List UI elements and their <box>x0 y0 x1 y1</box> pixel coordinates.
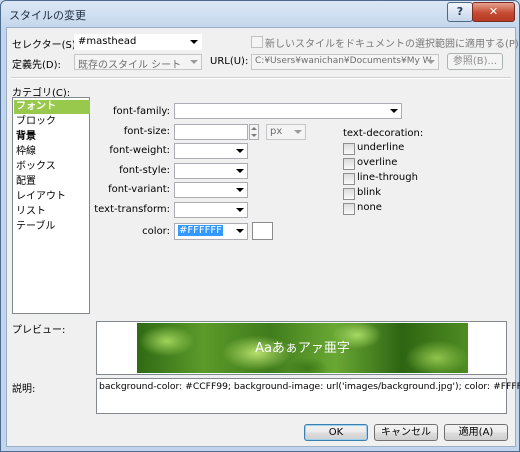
help-icon: ? <box>456 5 464 18</box>
chevron-down-icon <box>236 208 244 212</box>
apply-to-selection-label: 新しいスタイルをドキュメントの選択範囲に適用する(P) <box>265 39 519 50</box>
define-in-combobox[interactable]: 既存のスタイル シート <box>74 54 202 71</box>
separator <box>11 77 511 79</box>
url-label: URL(U): <box>210 56 249 67</box>
chevron-down-icon <box>236 149 244 153</box>
spin-up-icon[interactable] <box>251 127 257 130</box>
underline-checkbox[interactable] <box>343 143 355 155</box>
none-checkbox[interactable] <box>343 203 355 215</box>
font-variant-label: font-variant: <box>108 184 170 195</box>
chevron-down-icon <box>190 60 198 64</box>
preview-label: プレビュー: <box>12 325 66 336</box>
underline-label: underline <box>357 142 405 153</box>
preview-panel: Aaあぁアァ亜字 <box>96 321 507 375</box>
chevron-down-icon <box>427 60 435 64</box>
description-box: background-color: #CCFF99; background-im… <box>96 378 520 414</box>
dialog-body: セレクター(S): #masthead 新しいスタイルをドキュメントの選択範囲に… <box>6 27 520 447</box>
selector-combobox[interactable]: #masthead <box>74 34 202 50</box>
preview-sample-text: Aaあぁアァ亜字 <box>255 341 350 356</box>
font-style-combobox[interactable] <box>174 163 248 179</box>
help-button[interactable]: ? <box>447 2 473 22</box>
color-value: #FFFFFF <box>178 225 223 236</box>
font-variant-combobox[interactable] <box>174 182 248 198</box>
apply-button[interactable]: 適用(A) <box>444 424 508 441</box>
overline-label: overline <box>357 157 398 168</box>
font-size-combobox[interactable] <box>174 124 248 140</box>
url-combobox[interactable]: C:¥Users¥wanichan¥Documents¥My W <box>251 54 439 70</box>
blink-checkbox[interactable] <box>343 188 355 200</box>
text-transform-label: text-transform: <box>94 204 170 215</box>
selector-label: セレクター(S): <box>12 40 80 51</box>
close-button[interactable]: ✕ <box>472 2 515 22</box>
font-size-label: font-size: <box>123 126 170 137</box>
dialog-title: スタイルの変更 <box>9 9 86 22</box>
line-through-checkbox[interactable] <box>343 173 355 185</box>
selector-value: #masthead <box>78 36 137 47</box>
close-icon: ✕ <box>488 5 499 18</box>
chevron-down-icon <box>190 40 198 44</box>
font-weight-combobox[interactable] <box>174 143 248 159</box>
text-transform-combobox[interactable] <box>174 202 248 218</box>
font-size-spinner[interactable] <box>249 124 259 140</box>
chevron-down-icon <box>294 130 302 134</box>
apply-to-selection-checkbox[interactable] <box>251 36 263 48</box>
description-label: 説明: <box>12 384 36 395</box>
chevron-down-icon <box>236 169 244 173</box>
color-swatch[interactable] <box>252 222 273 240</box>
font-size-unit-combobox[interactable]: px <box>266 124 306 140</box>
dialog-window: スタイルの変更 ? ✕ セレクター(S): #masthead 新しいスタイルを… <box>0 0 520 452</box>
chevron-down-icon <box>390 109 398 113</box>
browse-button[interactable]: 参照(B)... <box>447 53 503 70</box>
chevron-down-icon <box>236 229 244 233</box>
overline-checkbox[interactable] <box>343 158 355 170</box>
preview-background-image: Aaあぁアァ亜字 <box>137 323 468 373</box>
define-in-value: 既存のスタイル シート <box>78 60 182 71</box>
color-combobox[interactable]: #FFFFFF <box>174 223 248 240</box>
font-family-label: font-family: <box>112 106 170 117</box>
font-family-combobox[interactable] <box>174 103 402 119</box>
none-label: none <box>357 202 382 213</box>
font-style-label: font-style: <box>119 165 170 176</box>
font-weight-label: font-weight: <box>109 145 170 156</box>
blink-label: blink <box>357 187 382 198</box>
title-bar[interactable]: スタイルの変更 ? ✕ <box>1 1 519 27</box>
color-label: color: <box>142 226 170 237</box>
spin-down-icon[interactable] <box>251 134 257 137</box>
url-value: C:¥Users¥wanichan¥Documents¥My W <box>255 56 432 66</box>
text-decoration-label: text-decoration: <box>343 128 424 139</box>
cancel-button[interactable]: キャンセル <box>374 424 438 441</box>
chevron-down-icon <box>236 188 244 192</box>
line-through-label: line-through <box>357 172 418 183</box>
description-text: background-color: #CCFF99; background-im… <box>99 381 520 392</box>
define-in-label: 定義先(D): <box>12 60 61 71</box>
font-size-unit-value: px <box>270 126 283 137</box>
ok-button[interactable]: OK <box>304 424 368 441</box>
